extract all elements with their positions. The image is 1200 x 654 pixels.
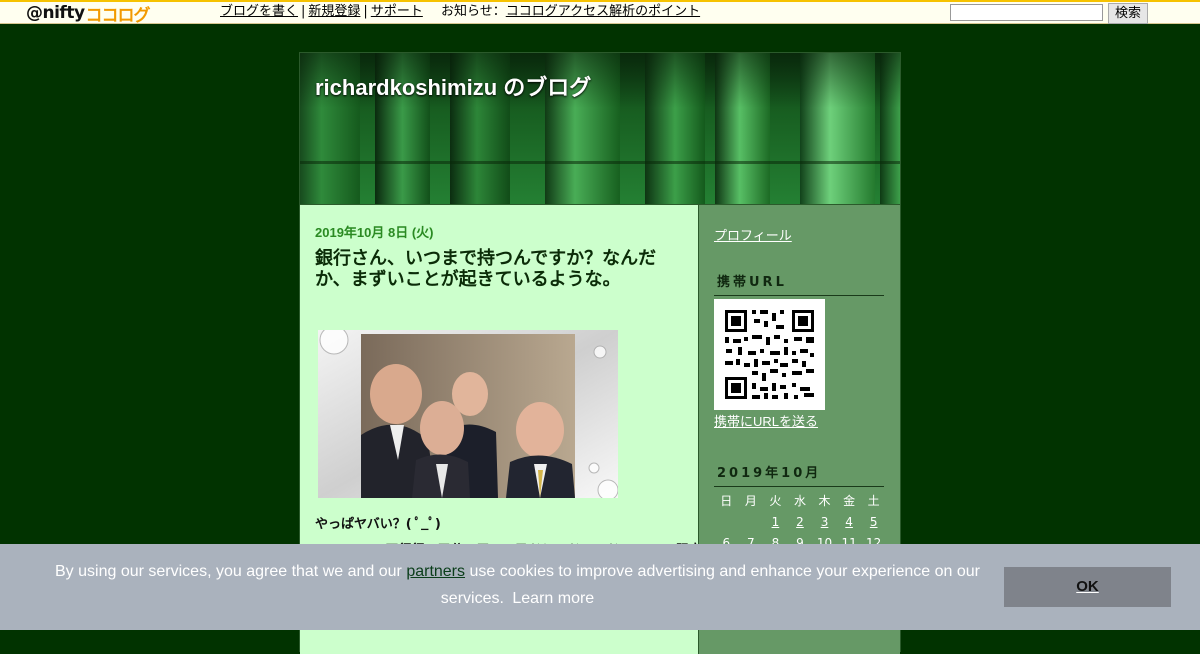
calendar-day-link[interactable]: 2 bbox=[796, 515, 804, 529]
cookie-text: By using our services, you agree that we… bbox=[55, 563, 402, 580]
calendar-week-row: 1 2 3 4 5 bbox=[714, 511, 886, 532]
calendar-day bbox=[739, 511, 764, 532]
cookie-ok-button[interactable]: OK bbox=[1004, 567, 1171, 607]
post-title[interactable]: 銀行さん、いつまで持つんですか？なんだか、まずいことが起きているような。 bbox=[315, 248, 675, 290]
weekday-label: 月 bbox=[744, 494, 757, 508]
weekday-label: 火 bbox=[769, 494, 782, 508]
post-photo[interactable] bbox=[318, 330, 618, 498]
calendar-day-link[interactable]: 3 bbox=[821, 515, 829, 529]
nifty-cocolog-logo[interactable]: @nifty ココログ bbox=[26, 2, 151, 26]
search-input[interactable] bbox=[950, 4, 1103, 21]
calendar-day bbox=[714, 511, 739, 532]
calendar-day-link[interactable]: 4 bbox=[845, 515, 853, 529]
register-link[interactable]: 新規登録 bbox=[308, 4, 360, 19]
calendar-day-link[interactable]: 1 bbox=[772, 515, 780, 529]
weekday-label: 木 bbox=[818, 494, 831, 508]
blog-header-banner: richardkoshimizu のブログ bbox=[300, 53, 900, 204]
weekday-label: 金 bbox=[843, 494, 856, 508]
learn-more-link[interactable]: Learn more bbox=[512, 590, 594, 607]
calendar-day: 1 bbox=[763, 511, 788, 532]
weekday-label: 日 bbox=[720, 494, 733, 508]
top-nav: ブログを書く | 新規登録 | サポート お知らせ：ココログアクセス解析のポイント bbox=[220, 3, 700, 21]
calendar-day: 5 bbox=[861, 511, 886, 532]
divider: | bbox=[301, 4, 306, 19]
search-button[interactable]: 検索 bbox=[1108, 3, 1148, 24]
notice-link[interactable]: ココログアクセス解析のポイント bbox=[506, 4, 700, 19]
top-bar: @nifty ココログ ブログを書く | 新規登録 | サポート お知らせ：ココログアクセ… bbox=[0, 0, 1200, 26]
calendar-day-link[interactable]: 5 bbox=[870, 515, 878, 529]
mobile-url-heading: 携帯URL bbox=[714, 271, 884, 296]
profile-link[interactable]: プロフィール bbox=[714, 225, 792, 244]
photo-image bbox=[318, 330, 618, 498]
divider: | bbox=[363, 4, 368, 19]
post-date: 2019年10月 8日 (火) bbox=[315, 225, 434, 240]
support-link[interactable]: サポート bbox=[371, 4, 423, 19]
post-text: やっぱヤバい？( ﾟ_ﾟ) bbox=[315, 517, 441, 532]
weekday-label: 土 bbox=[867, 494, 880, 508]
qr-code-icon bbox=[714, 299, 825, 410]
send-url-to-mobile-link[interactable]: 携帯にURLを送る bbox=[714, 411, 818, 430]
write-blog-link[interactable]: ブログを書く bbox=[220, 4, 298, 19]
calendar-day: 3 bbox=[812, 511, 837, 532]
weekday-label: 水 bbox=[793, 494, 806, 508]
qr-code bbox=[714, 299, 825, 410]
blog-title[interactable]: richardkoshimizu のブログ bbox=[315, 70, 591, 102]
notice-separator: ： bbox=[492, 4, 506, 19]
calendar-day: 4 bbox=[837, 511, 862, 532]
ok-label: OK bbox=[1076, 578, 1099, 595]
calendar-weekday-row: 日 月 火 水 木 金 土 bbox=[714, 490, 886, 511]
notice-label: お知らせ bbox=[440, 4, 493, 19]
partners-link[interactable]: partners bbox=[406, 563, 465, 580]
calendar-day: 2 bbox=[788, 511, 813, 532]
cookie-consent-banner: By using our services, you agree that we… bbox=[0, 544, 1200, 630]
cookie-message: By using our services, you agree that we… bbox=[40, 558, 995, 612]
calendar-heading: 2019年10月 bbox=[714, 462, 884, 487]
